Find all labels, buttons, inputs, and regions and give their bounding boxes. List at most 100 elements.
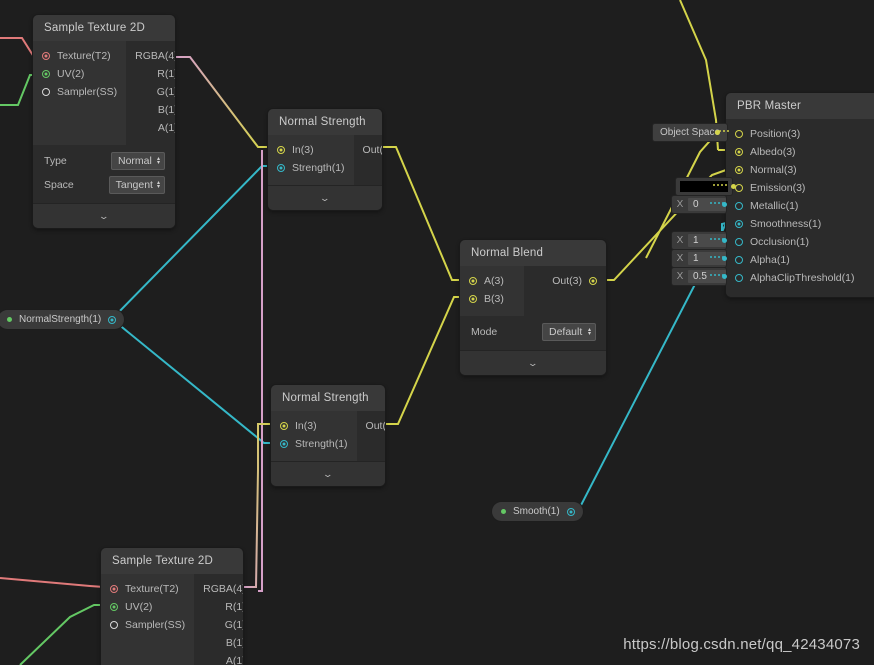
port-label: RGBA(4)	[135, 50, 175, 62]
port-dot-texture[interactable]	[42, 52, 50, 60]
collapse-toggle[interactable]: ⌄	[271, 461, 385, 486]
slot-position[interactable]: Position(3)	[726, 125, 874, 143]
slot-alpha[interactable]: Alpha(1)	[726, 251, 874, 269]
node-title: PBR Master	[726, 93, 874, 119]
slot-smoothness[interactable]: Smoothness(1)	[726, 215, 874, 233]
port-dot-sampler[interactable]	[42, 88, 50, 96]
port-dot-emission[interactable]	[735, 184, 743, 192]
port-a[interactable]: A(3)	[460, 272, 524, 290]
port-rgba[interactable]: RGBA(4)	[194, 580, 243, 598]
node-title: Sample Texture 2D	[33, 15, 175, 41]
port-r[interactable]: R(1)	[194, 598, 243, 616]
port-r[interactable]: R(1)	[126, 65, 175, 83]
port-dot-normalstrength-out[interactable]	[108, 315, 117, 324]
port-out[interactable]: Out(3)	[354, 141, 382, 159]
port-dot-out[interactable]	[589, 277, 597, 285]
node-normal-blend[interactable]: Normal Blend A(3) B(3) Out(3) Mode Defau…	[460, 240, 606, 375]
port-dot-uv[interactable]	[42, 70, 50, 78]
port-dot-position[interactable]	[735, 130, 743, 138]
dash-connector-alpha	[710, 256, 724, 258]
port-label: In(3)	[292, 144, 314, 156]
node-normal-strength-bottom[interactable]: Normal Strength In(3) Strength(1) Out(3)	[271, 385, 385, 486]
slot-normal[interactable]: Normal(3)	[726, 161, 874, 179]
port-a[interactable]: A(1)	[194, 652, 243, 665]
collapse-toggle[interactable]: ⌄	[268, 185, 382, 210]
port-g[interactable]: G(1)	[194, 616, 243, 634]
port-g[interactable]: G(1)	[126, 83, 175, 101]
collapse-toggle[interactable]: ⌄	[460, 350, 606, 375]
node-pbr-master[interactable]: PBR Master Position(3) Albedo(3) Normal(…	[726, 93, 874, 297]
port-spacer	[101, 652, 194, 665]
space-dropdown[interactable]: Tangent ▴ ▾	[108, 176, 165, 194]
node-sample-texture-2d-top[interactable]: Sample Texture 2D Texture(T2) UV(2) Samp…	[33, 15, 175, 228]
slot-label: Smoothness(1)	[750, 218, 822, 230]
port-b[interactable]: B(1)	[126, 101, 175, 119]
node-settings: Mode Default ▴ ▾	[460, 316, 606, 350]
port-dot-b[interactable]	[469, 295, 477, 303]
port-dot-alphaclipthreshold[interactable]	[735, 274, 743, 282]
slot-alpha-clip-threshold[interactable]: AlphaClipThreshold(1)	[726, 269, 874, 287]
port-uv[interactable]: UV(2)	[101, 598, 194, 616]
port-dot-strength[interactable]	[277, 164, 285, 172]
port-label: B(1)	[225, 637, 243, 649]
port-dot-sampler[interactable]	[110, 621, 118, 629]
port-dot-a[interactable]	[469, 277, 477, 285]
slot-metallic[interactable]: Metallic(1)	[726, 197, 874, 215]
slot-label: Albedo(3)	[750, 146, 796, 158]
slot-label: Metallic(1)	[750, 200, 799, 212]
chevron-updown-icon: ▴ ▾	[156, 156, 160, 166]
slot-albedo[interactable]: Albedo(3)	[726, 143, 874, 161]
slot-emission[interactable]: Emission(3)	[726, 179, 874, 197]
axis-label-x: X	[676, 199, 684, 210]
chevron-down-icon: ⌄	[527, 358, 539, 368]
chevron-down-icon: ⌄	[322, 469, 334, 479]
slot-occlusion[interactable]: Occlusion(1)	[726, 233, 874, 251]
port-strength[interactable]: Strength(1)	[271, 435, 357, 453]
property-node-normalstrength[interactable]: NormalStrength(1)	[0, 310, 125, 329]
port-dot-smooth-out[interactable]	[566, 507, 575, 516]
node-ports: In(3) Strength(1) Out(3)	[268, 135, 382, 185]
port-a[interactable]: A(1)	[126, 119, 175, 137]
node-ports: Texture(T2) UV(2) Sampler(SS) RGBA(4) R(…	[33, 41, 175, 145]
input-ports: Texture(T2) UV(2) Sampler(SS)	[101, 574, 195, 665]
port-dot-metallic[interactable]	[735, 202, 743, 210]
node-normal-strength-top[interactable]: Normal Strength In(3) Strength(1) Out(3)	[268, 109, 382, 210]
port-texture[interactable]: Texture(T2)	[33, 47, 126, 65]
port-dot-smoothness[interactable]	[735, 220, 743, 228]
setting-label: Type	[44, 155, 67, 167]
setting-type: Type Normal ▴ ▾	[33, 149, 175, 173]
port-label: A(1)	[157, 122, 175, 134]
port-in[interactable]: In(3)	[271, 417, 357, 435]
port-sampler[interactable]: Sampler(SS)	[101, 616, 194, 634]
port-dot-in[interactable]	[280, 422, 288, 430]
port-label: R(1)	[225, 601, 243, 613]
port-dot-normal[interactable]	[735, 166, 743, 174]
shader-graph-canvas[interactable]: Sample Texture 2D Texture(T2) UV(2) Samp…	[0, 0, 874, 665]
port-dot-albedo[interactable]	[735, 148, 743, 156]
port-label: Strength(1)	[295, 438, 348, 450]
node-sample-texture-2d-bottom[interactable]: Sample Texture 2D Texture(T2) UV(2) Samp…	[101, 548, 243, 665]
port-dot-strength[interactable]	[280, 440, 288, 448]
port-dot-uv[interactable]	[110, 603, 118, 611]
port-out[interactable]: Out(3)	[524, 272, 606, 290]
port-rgba[interactable]: RGBA(4)	[126, 47, 175, 65]
mode-dropdown[interactable]: Default ▴ ▾	[542, 323, 596, 341]
output-ports: RGBA(4) R(1) G(1) B(1) A(1)	[194, 574, 243, 665]
property-node-smooth[interactable]: Smooth(1)	[492, 502, 583, 521]
port-texture[interactable]: Texture(T2)	[101, 580, 194, 598]
type-dropdown[interactable]: Normal ▴ ▾	[111, 152, 165, 170]
port-b[interactable]: B(1)	[194, 634, 243, 652]
port-uv[interactable]: UV(2)	[33, 65, 126, 83]
property-label: NormalStrength(1)	[19, 314, 102, 325]
collapse-toggle[interactable]: ⌄	[33, 203, 175, 228]
port-b[interactable]: B(3)	[460, 290, 524, 308]
port-in[interactable]: In(3)	[268, 141, 354, 159]
port-dot-in[interactable]	[277, 146, 285, 154]
port-strength[interactable]: Strength(1)	[268, 159, 354, 177]
port-out[interactable]: Out(3)	[357, 417, 385, 435]
port-dot-occlusion[interactable]	[735, 238, 743, 246]
dropdown-value: Normal	[118, 155, 152, 167]
port-dot-alpha[interactable]	[735, 256, 743, 264]
port-sampler[interactable]: Sampler(SS)	[33, 83, 126, 101]
port-dot-texture[interactable]	[110, 585, 118, 593]
